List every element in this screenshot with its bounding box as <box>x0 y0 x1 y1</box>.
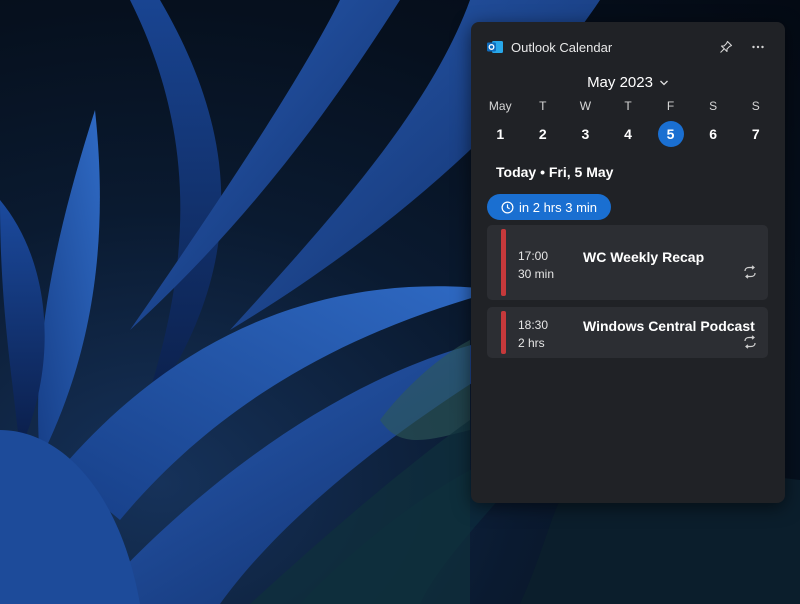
day-number: 7 <box>751 126 760 142</box>
outlook-icon <box>487 41 503 53</box>
weekday-header: S <box>751 99 760 113</box>
month-selector: May 2023 <box>471 74 785 91</box>
today-heading: Today • Fri, 5 May <box>496 164 614 180</box>
event-color-bar <box>501 229 506 296</box>
event-time: 18:30 <box>518 318 549 332</box>
weekday-header-row: May T W T F S S <box>479 97 777 115</box>
weekday-header: W <box>579 99 592 113</box>
outlook-calendar-widget: Outlook Calendar May 2023 May T W T F S … <box>471 22 785 503</box>
weekday-header: S <box>709 99 718 113</box>
day-number: 2 <box>538 126 547 142</box>
event-time: 17:00 <box>518 249 549 263</box>
more-options-button[interactable] <box>747 36 769 58</box>
countdown-label: in 2 hrs 3 min <box>519 199 598 215</box>
weekday-header: T <box>624 99 632 113</box>
event-duration: 2 hrs <box>518 336 545 350</box>
weekday-header: T <box>539 99 547 113</box>
chevron-down-icon <box>659 80 668 85</box>
desktop: Outlook Calendar May 2023 May T W T F S … <box>0 0 800 604</box>
pin-icon <box>720 40 733 53</box>
day-cell[interactable]: 1 <box>479 121 522 147</box>
day-number: 5 <box>657 121 684 147</box>
event-duration: 30 min <box>518 267 555 281</box>
weekday-header: May <box>488 99 512 113</box>
day-cell[interactable]: 6 <box>692 121 735 147</box>
week-grid: May T W T F S S 1 2 3 4 5 6 7 <box>479 97 777 147</box>
widget-title: Outlook Calendar <box>511 39 613 55</box>
month-label: May 2023 <box>587 74 653 91</box>
day-cell-selected[interactable]: 5 <box>649 121 692 147</box>
day-number: 1 <box>496 126 505 142</box>
event-title: Windows Central Podcast <box>583 318 755 334</box>
recurring-icon <box>744 335 756 349</box>
pin-button[interactable] <box>715 36 737 58</box>
event-card[interactable]: 17:00 30 min WC Weekly Recap <box>487 225 768 300</box>
day-number: 4 <box>624 126 632 142</box>
month-dropdown[interactable]: May 2023 <box>587 74 669 91</box>
day-cell[interactable]: 4 <box>607 121 650 147</box>
recurring-icon <box>744 265 756 279</box>
day-cell[interactable]: 3 <box>564 121 607 147</box>
event-card[interactable]: 18:30 2 hrs Windows Central Podcast <box>487 307 768 358</box>
clock-icon <box>501 201 514 213</box>
day-number: 6 <box>709 126 718 142</box>
more-options-icon <box>752 45 764 49</box>
event-title: WC Weekly Recap <box>583 249 705 265</box>
day-number: 3 <box>581 126 590 142</box>
day-cell[interactable]: 2 <box>522 121 565 147</box>
countdown-pill[interactable]: in 2 hrs 3 min <box>487 194 612 220</box>
days-row: 1 2 3 4 5 6 7 <box>479 121 777 147</box>
day-cell[interactable]: 7 <box>734 121 777 147</box>
event-color-bar <box>501 311 506 354</box>
weekday-header: F <box>666 99 675 113</box>
widget-header: Outlook Calendar <box>487 36 769 58</box>
